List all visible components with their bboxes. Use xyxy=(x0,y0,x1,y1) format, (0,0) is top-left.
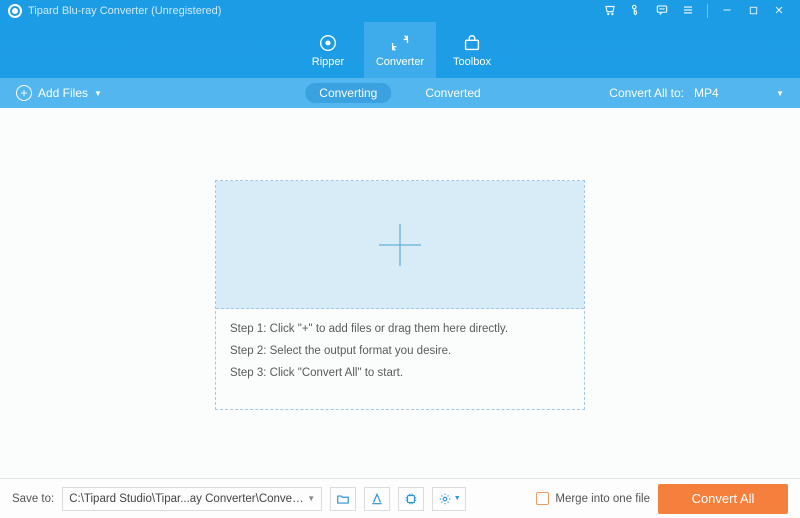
step-1-text: Step 1: Click "+" to add files or drag t… xyxy=(230,319,570,341)
subtab-converted[interactable]: Converted xyxy=(411,83,494,103)
convert-all-button[interactable]: Convert All xyxy=(658,484,788,514)
key-icon[interactable] xyxy=(623,3,649,20)
output-format-select[interactable]: MP4 ▼ xyxy=(694,86,784,100)
gpu-accel-button[interactable] xyxy=(398,487,424,511)
tab-toolbox-label: Toolbox xyxy=(453,56,491,68)
subtab-converting-label: Converting xyxy=(319,86,377,100)
footer-bar: Save to: C:\Tipard Studio\Tipar...ay Con… xyxy=(0,478,800,518)
tab-ripper[interactable]: Ripper xyxy=(292,22,364,78)
speed-settings-button[interactable] xyxy=(364,487,390,511)
merge-checkbox[interactable]: Merge into one file xyxy=(536,492,650,505)
tab-ripper-label: Ripper xyxy=(312,56,344,68)
save-to-label: Save to: xyxy=(12,493,54,505)
chevron-down-icon: ▼ xyxy=(454,495,461,502)
cart-icon[interactable] xyxy=(597,3,623,20)
chevron-down-icon: ▼ xyxy=(307,494,315,503)
convert-all-to-label: Convert All to: xyxy=(609,86,684,100)
titlebar-separator xyxy=(707,4,708,18)
drop-steps: Step 1: Click "+" to add files or drag t… xyxy=(216,309,584,395)
tab-converter-label: Converter xyxy=(376,56,424,68)
main-tabs: Ripper Converter Toolbox xyxy=(0,22,800,78)
subtab-converted-label: Converted xyxy=(425,86,480,100)
window-title: Tipard Blu-ray Converter (Unregistered) xyxy=(28,5,221,17)
drop-zone-add[interactable] xyxy=(216,181,584,309)
chevron-down-icon: ▼ xyxy=(94,89,102,98)
add-files-button[interactable]: + Add Files ▼ xyxy=(0,85,118,101)
minimize-button[interactable] xyxy=(714,4,740,19)
settings-dropdown-button[interactable]: ▼ xyxy=(432,487,466,511)
plus-icon xyxy=(379,224,421,266)
content-area: Step 1: Click "+" to add files or drag t… xyxy=(0,108,800,478)
save-path-dropdown[interactable]: C:\Tipard Studio\Tipar...ay Converter\Co… xyxy=(62,487,322,511)
plus-circle-icon: + xyxy=(16,85,32,101)
drop-zone[interactable]: Step 1: Click "+" to add files or drag t… xyxy=(215,180,585,410)
title-bar: Tipard Blu-ray Converter (Unregistered) xyxy=(0,0,800,22)
step-3-text: Step 3: Click "Convert All" to start. xyxy=(230,363,570,385)
maximize-button[interactable] xyxy=(740,4,766,19)
feedback-icon[interactable] xyxy=(649,3,675,20)
add-files-label: Add Files xyxy=(38,86,88,100)
close-button[interactable] xyxy=(766,4,792,19)
step-2-text: Step 2: Select the output format you des… xyxy=(230,341,570,363)
tab-converter[interactable]: Converter xyxy=(364,22,436,78)
save-path-value: C:\Tipard Studio\Tipar...ay Converter\Co… xyxy=(69,493,307,505)
output-format-value: MP4 xyxy=(694,86,719,100)
chevron-down-icon: ▼ xyxy=(776,89,784,98)
checkbox-icon xyxy=(536,492,549,505)
tab-toolbox[interactable]: Toolbox xyxy=(436,22,508,78)
open-folder-button[interactable] xyxy=(330,487,356,511)
app-logo-icon xyxy=(8,4,22,18)
sub-toolbar: + Add Files ▼ Converting Converted Conve… xyxy=(0,78,800,108)
subtab-converting[interactable]: Converting xyxy=(305,83,391,103)
menu-icon[interactable] xyxy=(675,3,701,20)
merge-label: Merge into one file xyxy=(555,493,650,505)
